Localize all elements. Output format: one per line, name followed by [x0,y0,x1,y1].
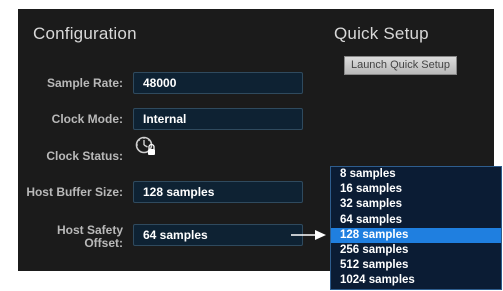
clock-mode-label: Clock Mode: [51,112,123,126]
host-buffer-size-label: Host Buffer Size: [26,185,123,199]
dropdown-option[interactable]: 16 samples [331,182,501,197]
sample-rate-field[interactable]: 48000 [133,72,303,94]
configuration-heading: Configuration [33,24,137,43]
dropdown-option[interactable]: 32 samples [331,197,501,212]
clock-mode-field[interactable]: Internal [133,108,303,130]
quick-setup-heading: Quick Setup [334,24,429,43]
host-safety-offset-label: Host Safety Offset: [19,224,123,250]
clock-locked-icon [135,136,155,155]
launch-quick-setup-button[interactable]: Launch Quick Setup [344,56,457,75]
dropdown-option[interactable]: 256 samples [331,243,501,258]
host-safety-offset-field[interactable]: 64 samples [133,224,303,246]
dropdown-option[interactable]: 1024 samples [331,273,501,288]
dropdown-option[interactable]: 64 samples [331,213,501,228]
dropdown-option[interactable]: 512 samples [331,258,501,273]
dropdown-option-selected[interactable]: 128 samples [331,227,501,243]
host-safety-offset-label-line2: Offset: [84,236,123,250]
dropdown-option[interactable]: 8 samples [331,167,501,182]
host-buffer-size-field[interactable]: 128 samples [133,181,303,203]
sample-rate-label: Sample Rate: [46,76,123,90]
arrow-right-icon [291,230,326,240]
buffer-size-dropdown[interactable]: 8 samples 16 samples 32 samples 64 sampl… [330,166,502,290]
clock-status-label: Clock Status: [46,149,123,163]
